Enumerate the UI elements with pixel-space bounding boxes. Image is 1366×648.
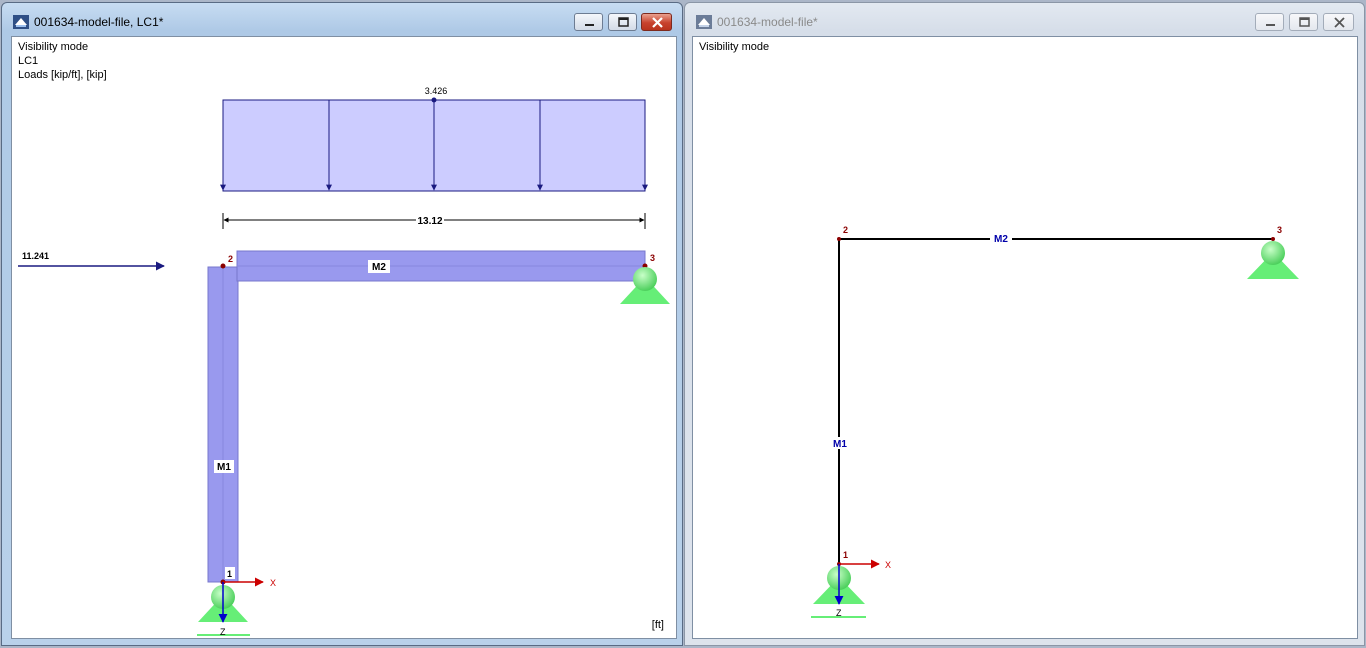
- x-axis-label: X: [270, 578, 276, 588]
- close-button[interactable]: [641, 13, 672, 31]
- z-axis-label: Z: [836, 608, 842, 618]
- member-m2-label: M2: [994, 234, 1008, 245]
- node-1-label: 1: [843, 550, 848, 560]
- window-title: 001634-model-file, LC1*: [34, 15, 164, 29]
- node-2[interactable]: [837, 237, 841, 241]
- member-m1-label: M1: [833, 439, 847, 450]
- restore-button[interactable]: [608, 13, 637, 31]
- window-title: 001634-model-file*: [717, 15, 818, 29]
- span-dimension-label: 13.12: [417, 216, 442, 227]
- minimize-button[interactable]: [1255, 13, 1284, 31]
- length-unit-label: [ft]: [651, 619, 664, 631]
- load-value-label: 3.426: [425, 86, 448, 96]
- restore-icon: [618, 17, 629, 27]
- title-bar[interactable]: 001634-model-file, LC1*: [2, 3, 682, 33]
- z-axis-label: Z: [220, 627, 226, 637]
- model-window-lc1[interactable]: 001634-model-file, LC1* Visibility mode …: [1, 2, 683, 646]
- structure-graphic: 3.426 13.12 11.241 M2 M1 2 3 1 X Z: [18, 86, 670, 637]
- close-icon: [652, 17, 663, 28]
- minimize-button[interactable]: [574, 13, 603, 31]
- support-node-3[interactable]: [1247, 241, 1299, 279]
- node-3[interactable]: [1271, 237, 1275, 241]
- structure-graphic: M2 M1 2 3 1 X Z: [811, 225, 1299, 618]
- node-2-label: 2: [843, 225, 848, 235]
- node-2-label: 2: [228, 254, 233, 264]
- app-icon: [696, 15, 712, 29]
- restore-icon: [1299, 17, 1310, 27]
- model-window[interactable]: 001634-model-file* Visibility mode M2 M1…: [684, 2, 1365, 646]
- close-button[interactable]: [1323, 13, 1354, 31]
- minimize-icon: [1266, 24, 1275, 26]
- node-1-label: 1: [227, 569, 232, 579]
- app-icon: [13, 15, 29, 29]
- model-view[interactable]: Visibility mode LC1 Loads [kip/ft], [kip…: [11, 36, 677, 639]
- model-view[interactable]: Visibility mode M2 M1 2 3 1 X Z: [692, 36, 1358, 639]
- title-bar[interactable]: 001634-model-file*: [685, 3, 1364, 33]
- horizontal-load-label: 11.241: [22, 251, 49, 261]
- x-axis-label: X: [885, 560, 891, 570]
- span-dimension: 13.12: [222, 213, 646, 229]
- close-icon: [1334, 17, 1345, 28]
- member-m1-label: M1: [217, 462, 231, 473]
- horizontal-point-load[interactable]: 11.241: [18, 251, 165, 271]
- node-3-label: 3: [1277, 225, 1282, 235]
- distributed-load[interactable]: 3.426: [220, 86, 648, 192]
- member-m2-label: M2: [372, 262, 386, 273]
- node-3-label: 3: [650, 253, 655, 263]
- node-2[interactable]: [220, 263, 226, 269]
- minimize-icon: [585, 24, 594, 26]
- restore-button[interactable]: [1289, 13, 1318, 31]
